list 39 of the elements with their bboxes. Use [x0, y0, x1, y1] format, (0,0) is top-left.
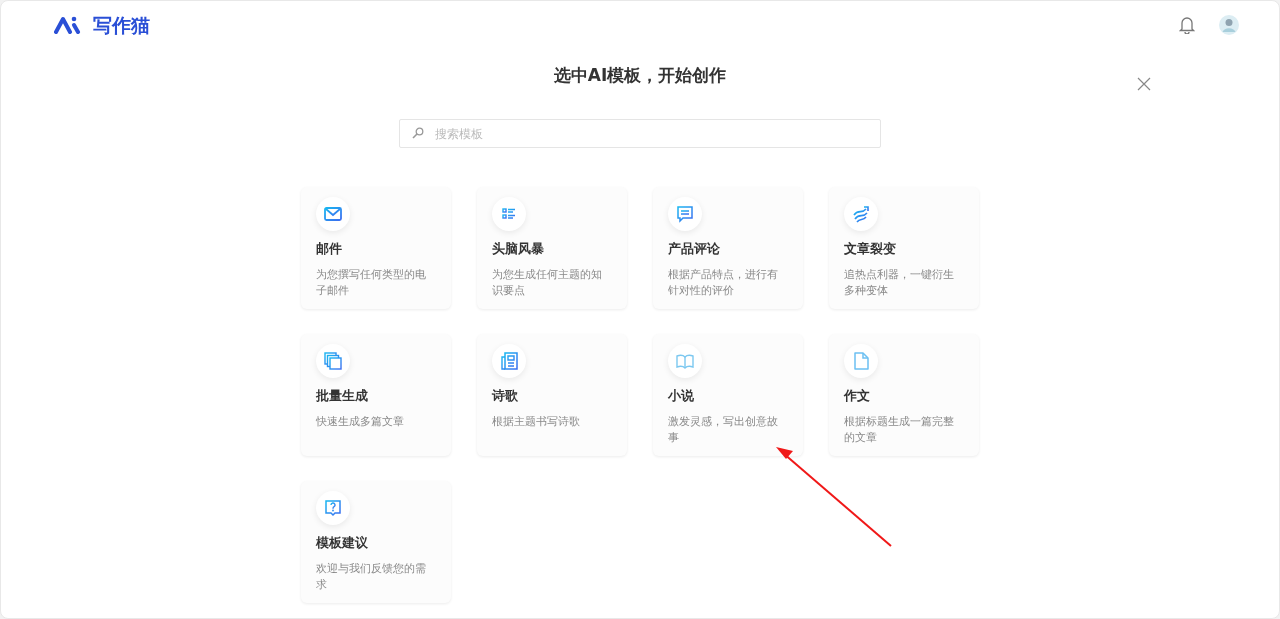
avatar-icon[interactable] — [1219, 15, 1239, 35]
template-title: 批量生成 — [316, 387, 369, 406]
template-title: 文章裂变 — [844, 240, 897, 259]
template-description: 根据标题生成一篇完整的文章 — [844, 414, 955, 447]
stacked-pages-icon — [323, 351, 343, 372]
template-description: 为您生成任何主题的知识要点 — [492, 267, 603, 300]
template-card[interactable]: 模板建议 欢迎与我们反馈您的需求 — [301, 481, 451, 604]
template-card[interactable]: 邮件 为您撰写任何类型的电子邮件 — [301, 187, 451, 310]
template-title: 产品评论 — [668, 240, 721, 259]
dialog-title: 选中AI模板，开始创作 — [553, 65, 727, 86]
template-title: 作文 — [844, 387, 871, 406]
template-card[interactable]: 诗歌 根据主题书写诗歌 — [477, 334, 627, 457]
template-title: 头脑风暴 — [492, 240, 545, 259]
template-description: 快速生成多篇文章 — [316, 414, 405, 431]
template-card[interactable]: 作文 根据标题生成一篇完整的文章 — [829, 334, 979, 457]
search-icon — [412, 127, 424, 140]
template-card[interactable]: 头脑风暴 为您生成任何主题的知识要点 — [477, 187, 627, 310]
template-card[interactable]: 批量生成 快速生成多篇文章 — [301, 334, 451, 457]
template-card[interactable]: 产品评论 根据产品特点，进行有针对性的评价 — [653, 187, 803, 310]
template-card[interactable]: 小说 激发灵感，写出创意故事 — [653, 334, 803, 457]
template-description: 欢迎与我们反馈您的需求 — [316, 561, 427, 594]
template-title: 邮件 — [316, 240, 343, 259]
document-icon — [851, 351, 871, 372]
template-description: 根据主题书写诗歌 — [492, 414, 581, 431]
template-card[interactable]: 文章裂变 追热点利器，一键衍生多种变体 — [829, 187, 979, 310]
question-bubble-icon — [323, 498, 343, 519]
bell-icon[interactable] — [1179, 16, 1195, 34]
template-description: 根据产品特点，进行有针对性的评价 — [668, 267, 779, 300]
template-description: 追热点利器，一键衍生多种变体 — [844, 267, 955, 300]
search-field[interactable]: 搜索模板 — [399, 119, 881, 149]
template-title: 诗歌 — [492, 387, 519, 406]
template-description: 为您撰写任何类型的电子邮件 — [316, 267, 427, 300]
template-description: 激发灵感，写出创意故事 — [668, 414, 779, 447]
template-title: 模板建议 — [316, 534, 369, 553]
swirl-arrow-icon — [851, 204, 871, 225]
logo-text: 写作猫 — [93, 12, 150, 38]
chat-bubble-icon — [675, 204, 695, 225]
template-title: 小说 — [668, 387, 695, 406]
newspaper-icon — [499, 351, 519, 372]
